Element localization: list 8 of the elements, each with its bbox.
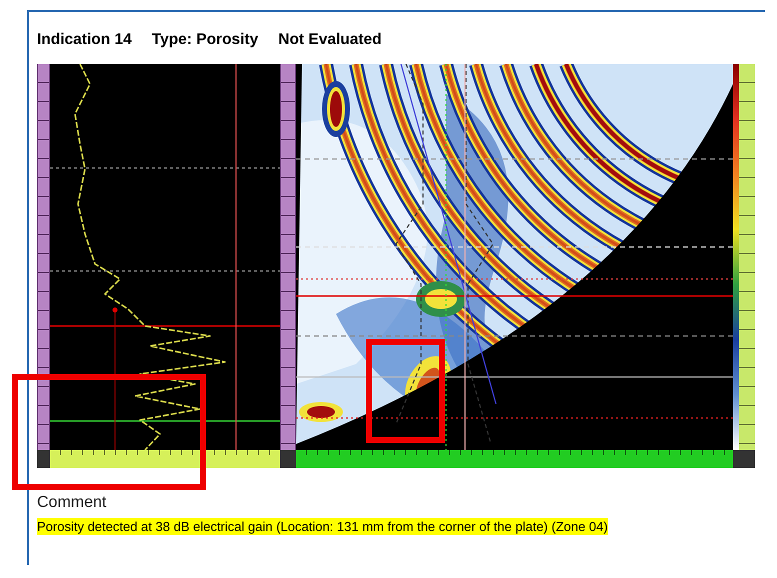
type-label: Type: Porosity bbox=[152, 31, 258, 49]
comment-text: Porosity detected at 38 dB electrical gain (Location: 131 mm from the corner of the plate) (Zone 04) bbox=[37, 518, 608, 535]
axis-corner bbox=[37, 450, 50, 468]
comment-heading: Comment bbox=[37, 494, 108, 512]
status-label: Not Evaluated bbox=[278, 31, 382, 49]
axis-corner bbox=[733, 450, 755, 468]
indication-label: Indication 14 bbox=[37, 31, 132, 49]
axis-corner bbox=[280, 450, 296, 468]
